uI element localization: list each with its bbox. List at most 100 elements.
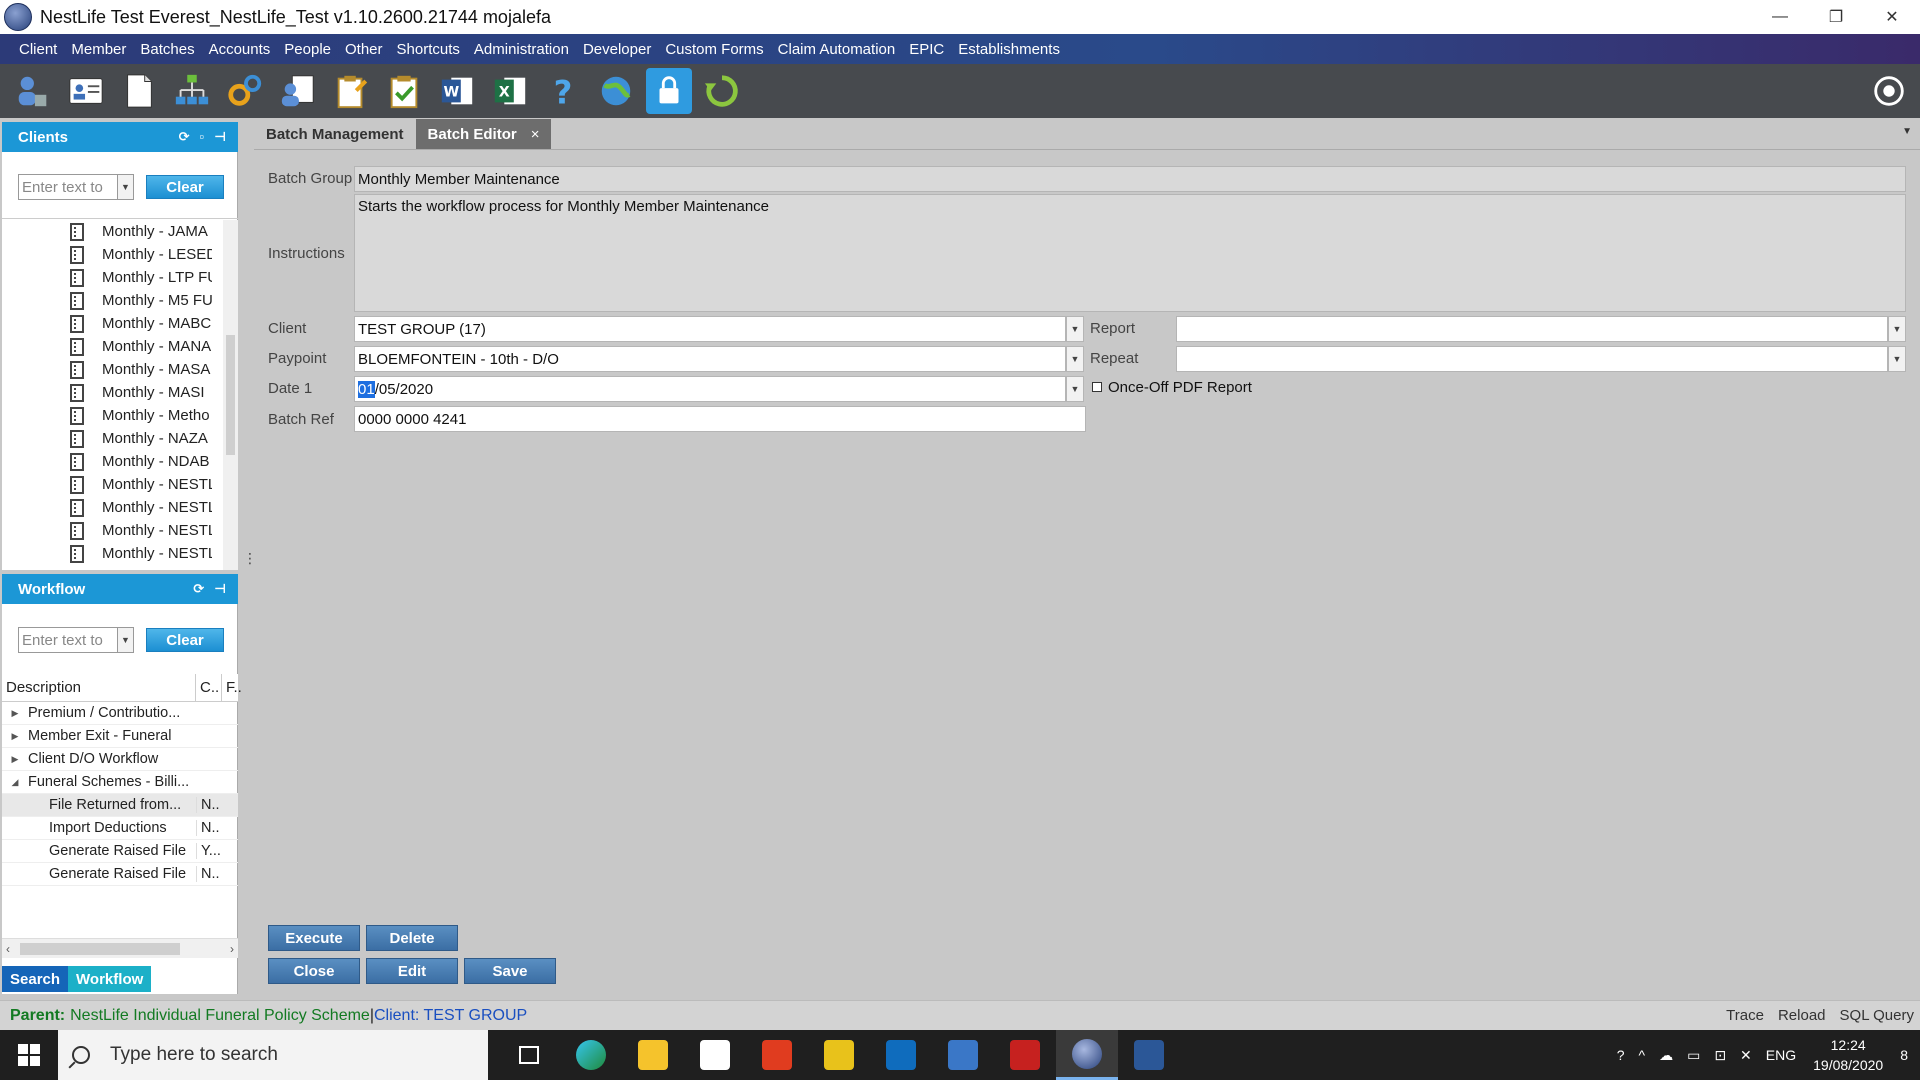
delete-button[interactable]: Delete [366, 925, 458, 951]
tab-search[interactable]: Search [2, 966, 69, 992]
list-item[interactable]: Monthly - MANA [2, 335, 238, 358]
menu-establishments[interactable]: Establishments [951, 34, 1067, 64]
chevron-up-icon[interactable]: ^ [1639, 1047, 1646, 1063]
minimize-button[interactable]: — [1752, 0, 1808, 34]
chevron-down-icon[interactable]: ▼ [1066, 316, 1084, 342]
user-settings-icon[interactable] [10, 68, 56, 114]
clients-scrollbar[interactable] [223, 220, 238, 570]
tree-group-row[interactable]: ▶ Client D/O Workflow [2, 748, 238, 771]
calendar-dropdown-icon[interactable]: ▼ [1066, 376, 1084, 402]
execute-button[interactable]: Execute [268, 925, 360, 951]
clients-clear-button[interactable]: Clear [146, 175, 224, 199]
instructions-textarea[interactable]: Starts the workflow process for Monthly … [354, 194, 1906, 312]
taskbar-search-input[interactable]: Type here to search [58, 1030, 488, 1080]
list-item[interactable]: Monthly - MABC [2, 312, 238, 335]
menu-client[interactable]: Client [12, 34, 64, 64]
menu-developer[interactable]: Developer [576, 34, 658, 64]
close-window-button[interactable]: ✕ [1864, 0, 1920, 34]
contact-card-icon[interactable] [63, 68, 109, 114]
splitter-handle[interactable]: ⋮ [243, 550, 257, 567]
table-row[interactable]: Import Deductions N.. [2, 817, 238, 840]
menu-member[interactable]: Member [64, 34, 133, 64]
list-item[interactable]: Monthly - NESTL [2, 473, 238, 496]
language-indicator[interactable]: ENG [1766, 1047, 1796, 1063]
list-item[interactable]: Monthly - LTP FU [2, 266, 238, 289]
pin-icon[interactable]: ⊣ [214, 581, 226, 597]
sticky-tools-icon[interactable] [808, 1030, 870, 1080]
trace-link[interactable]: Trace [1726, 1007, 1764, 1024]
tab-batch-management[interactable]: Batch Management [254, 119, 416, 149]
workflow-hscrollbar[interactable]: ‹ › [2, 938, 238, 958]
network-icon[interactable]: ⊡ [1714, 1047, 1726, 1064]
float-icon[interactable]: ▫ [200, 129, 205, 145]
list-item[interactable]: Monthly - JAMA [2, 220, 238, 243]
repeat-select[interactable] [1176, 346, 1888, 372]
table-row[interactable]: File Returned from... N.. [2, 794, 238, 817]
help-icon[interactable]: ? [540, 68, 586, 114]
refresh-icon[interactable] [699, 68, 745, 114]
globe-network-icon[interactable] [593, 68, 639, 114]
paypoint-select[interactable]: BLOEMFONTEIN - 10th - D/O [354, 346, 1066, 372]
menu-other[interactable]: Other [338, 34, 390, 64]
client-select[interactable]: TEST GROUP (17) [354, 316, 1066, 342]
tab-list-chevron-icon[interactable]: ▼ [1902, 126, 1912, 137]
list-item[interactable]: Monthly - NESTL [2, 519, 238, 542]
hierarchy-icon[interactable] [169, 68, 215, 114]
column-description[interactable]: Description [2, 674, 196, 701]
volume-muted-icon[interactable]: ✕ [1740, 1047, 1752, 1064]
security-shield-icon[interactable] [994, 1030, 1056, 1080]
once-off-pdf-checkbox[interactable] [1092, 382, 1102, 392]
store-icon[interactable] [684, 1030, 746, 1080]
people-documents-icon[interactable] [275, 68, 321, 114]
close-tab-icon[interactable]: × [531, 126, 540, 143]
tree-group-row[interactable]: ◢ Funeral Schemes - Billi... [2, 771, 238, 794]
support-globe-icon[interactable] [1866, 68, 1912, 114]
workflow-clear-button[interactable]: Clear [146, 628, 224, 652]
list-item[interactable]: Monthly - NESTL [2, 542, 238, 565]
menu-people[interactable]: People [277, 34, 338, 64]
menu-epic[interactable]: EPIC [902, 34, 951, 64]
nestlife-app-icon[interactable] [1056, 1030, 1118, 1080]
tree-group-row[interactable]: ▶ Premium / Contributio... [2, 702, 238, 725]
office-icon[interactable] [746, 1030, 808, 1080]
restore-button[interactable]: ❐ [1808, 0, 1864, 34]
word-icon[interactable]: W [434, 68, 480, 114]
notifications-icon[interactable]: 8 [1900, 1047, 1908, 1063]
clipboard-check-icon[interactable] [381, 68, 427, 114]
sql-query-link[interactable]: SQL Query [1840, 1007, 1914, 1024]
windows-start-icon[interactable] [0, 1030, 58, 1080]
word-taskbar-icon[interactable] [1118, 1030, 1180, 1080]
list-item[interactable]: Monthly - Metho [2, 404, 238, 427]
remote-desktop-icon[interactable] [932, 1030, 994, 1080]
client-status[interactable]: Client: TEST GROUP [374, 1007, 527, 1025]
clock[interactable]: 12:24 19/08/2020 [1813, 1035, 1883, 1075]
menu-accounts[interactable]: Accounts [202, 34, 278, 64]
column-f[interactable]: F.. [222, 674, 242, 701]
tab-batch-editor[interactable]: Batch Editor × [415, 119, 552, 149]
menu-shortcuts[interactable]: Shortcuts [390, 34, 467, 64]
pin-icon[interactable]: ⊣ [214, 129, 226, 145]
expand-icon[interactable]: ▶ [2, 754, 28, 765]
list-item[interactable]: Monthly - MASA [2, 358, 238, 381]
chevron-down-icon[interactable]: ▼ [1888, 316, 1906, 342]
list-item[interactable]: Monthly - MASI [2, 381, 238, 404]
onedrive-icon[interactable]: ☁ [1659, 1047, 1673, 1064]
date1-input[interactable]: 01/05/2020 [354, 376, 1066, 402]
document-icon[interactable] [116, 68, 162, 114]
tree-group-row[interactable]: ▶ Member Exit - Funeral [2, 725, 238, 748]
batch-ref-input[interactable]: 0000 0000 4241 [354, 406, 1086, 432]
edge-icon[interactable] [560, 1030, 622, 1080]
refresh-icon[interactable]: ⟳ [193, 581, 204, 597]
list-item[interactable]: Monthly - NDAB [2, 450, 238, 473]
chevron-down-icon[interactable]: ▼ [1888, 346, 1906, 372]
scroll-left-icon[interactable]: ‹ [6, 942, 10, 956]
help-tray-icon[interactable]: ? [1617, 1047, 1625, 1063]
workflow-search-input[interactable]: Enter text to [18, 627, 118, 653]
edit-button[interactable]: Edit [366, 958, 458, 984]
expand-icon[interactable]: ▶ [2, 708, 28, 719]
chevron-down-icon[interactable]: ▼ [118, 174, 134, 200]
chevron-down-icon[interactable]: ▼ [118, 627, 134, 653]
file-explorer-icon[interactable] [622, 1030, 684, 1080]
menu-batches[interactable]: Batches [133, 34, 201, 64]
expand-icon[interactable]: ▶ [2, 731, 28, 742]
